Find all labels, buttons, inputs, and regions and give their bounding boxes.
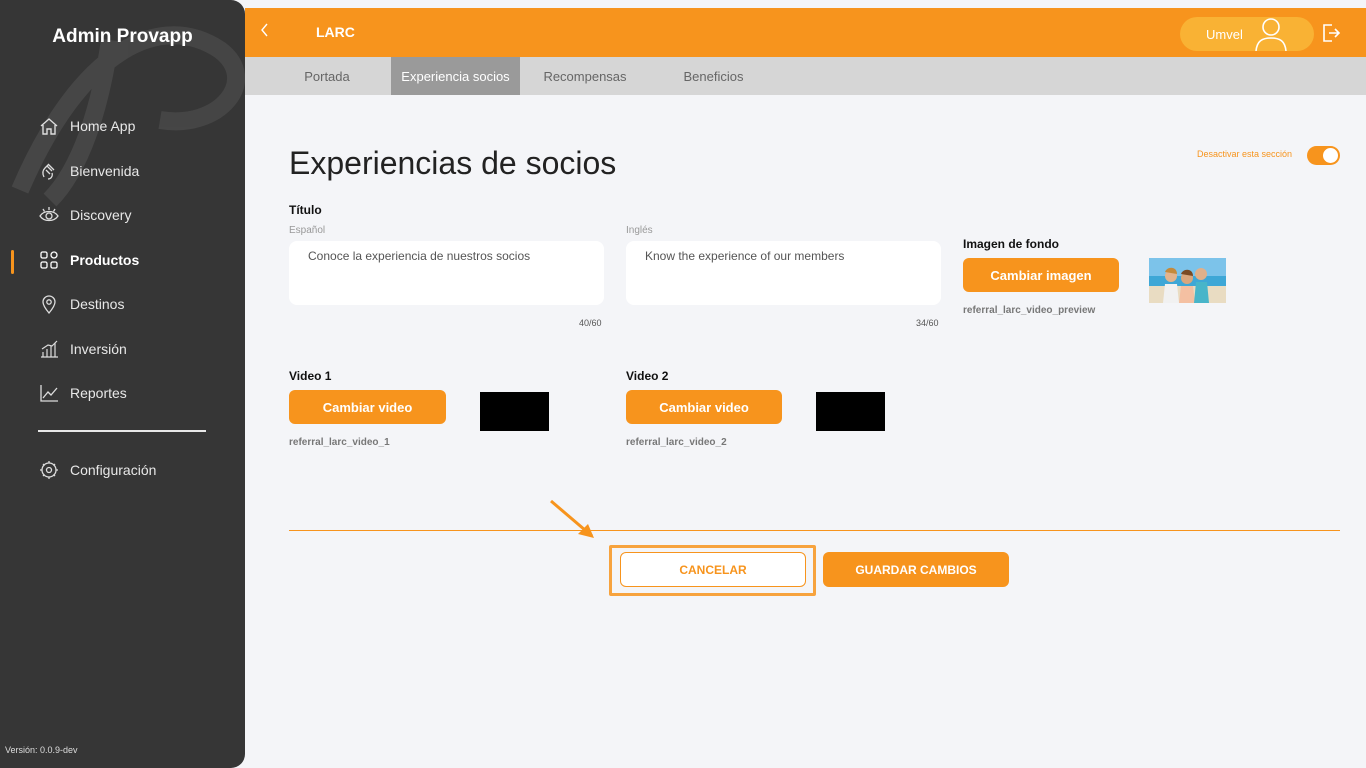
sidebar-item-bienvenida[interactable]: Bienvenida: [38, 158, 139, 184]
spanish-label: Español: [289, 225, 326, 236]
sidebar-item-label: Discovery: [70, 207, 132, 223]
line-chart-icon: [38, 382, 60, 404]
spanish-char-counter: 40/60: [579, 318, 602, 328]
back-button[interactable]: [259, 22, 269, 43]
gear-icon: [38, 459, 60, 481]
sidebar-item-label: Bienvenida: [70, 163, 140, 179]
section-tabs: Portada Experiencia socios Recompensas B…: [245, 57, 1366, 95]
wave-hand-icon: [38, 160, 60, 182]
sidebar-item-label: Reportes: [70, 385, 127, 401]
map-pin-icon: [38, 293, 60, 315]
video2-label: Video 2: [626, 369, 669, 383]
form-divider: [289, 530, 1340, 531]
logout-button[interactable]: [1321, 23, 1341, 48]
background-image-label: Imagen de fondo: [963, 237, 1059, 251]
user-menu-button[interactable]: Umvel: [1180, 17, 1314, 51]
sidebar-item-destinos[interactable]: Destinos: [38, 291, 124, 317]
sidebar-item-reportes[interactable]: Reportes: [38, 380, 127, 406]
english-title-input[interactable]: Know the experience of our members: [626, 241, 941, 305]
sidebar-item-inversion[interactable]: Inversión: [38, 336, 127, 362]
video2-preview: [816, 392, 885, 431]
toggle-knob: [1323, 148, 1338, 163]
app-title: Admin Provapp: [52, 26, 193, 47]
background-filename: referral_larc_video_preview: [963, 305, 1096, 316]
section-toggle[interactable]: [1307, 146, 1340, 165]
video2-filename: referral_larc_video_2: [626, 437, 727, 448]
version-label: Versión: 0.0.9-dev: [5, 745, 78, 755]
english-label: Inglés: [626, 225, 653, 236]
tab-portada[interactable]: Portada: [285, 57, 369, 95]
user-avatar-icon: [1255, 18, 1287, 51]
grid-icon: [38, 249, 60, 271]
save-changes-button[interactable]: GUARDAR CAMBIOS: [823, 552, 1009, 587]
video1-label: Video 1: [289, 369, 332, 383]
cancel-button[interactable]: CANCELAR: [620, 552, 806, 587]
top-bar: LARC Umvel: [245, 8, 1366, 57]
tab-experiencia-socios[interactable]: Experiencia socios: [391, 57, 520, 95]
change-video1-button[interactable]: Cambiar video: [289, 390, 446, 424]
annotation-arrow-icon: [550, 499, 594, 538]
home-icon: [38, 115, 60, 137]
sidebar-item-label: Configuración: [70, 462, 157, 478]
sidebar-item-discovery[interactable]: Discovery: [38, 202, 131, 228]
spanish-title-input[interactable]: Conoce la experiencia de nuestros socios: [289, 241, 604, 305]
sidebar-item-home-app[interactable]: Home App: [38, 113, 135, 139]
video1-filename: referral_larc_video_1: [289, 437, 390, 448]
sidebar-item-label: Inversión: [70, 341, 127, 357]
sidebar-item-label: Productos: [70, 252, 140, 268]
tab-recompensas[interactable]: Recompensas: [535, 57, 635, 95]
title-label: Título: [289, 203, 322, 217]
active-indicator: [11, 250, 14, 274]
sidebar: Admin Provapp Home App Bienvenida Discov…: [0, 0, 245, 768]
change-image-button[interactable]: Cambiar imagen: [963, 258, 1119, 292]
sidebar-item-configuracion[interactable]: Configuración: [38, 457, 156, 483]
page-context-title: LARC: [316, 24, 355, 40]
sidebar-divider: [38, 430, 206, 432]
eye-icon: [38, 204, 60, 226]
user-name: Umvel: [1206, 27, 1243, 42]
sidebar-item-productos[interactable]: Productos: [38, 247, 139, 273]
sidebar-item-label: Destinos: [70, 296, 125, 312]
video1-preview: [480, 392, 549, 431]
page-title: Experiencias de socios: [289, 145, 617, 181]
bar-chart-icon: [38, 338, 60, 360]
background-image-thumbnail: [1149, 258, 1226, 303]
change-video2-button[interactable]: Cambiar video: [626, 390, 782, 424]
english-char-counter: 34/60: [916, 318, 939, 328]
tab-beneficios[interactable]: Beneficios: [671, 57, 756, 95]
logout-icon: [1323, 24, 1341, 42]
sidebar-item-label: Home App: [70, 118, 136, 134]
chevron-left-icon: [261, 23, 268, 37]
toggle-label: Desactivar esta sección: [1197, 149, 1293, 159]
